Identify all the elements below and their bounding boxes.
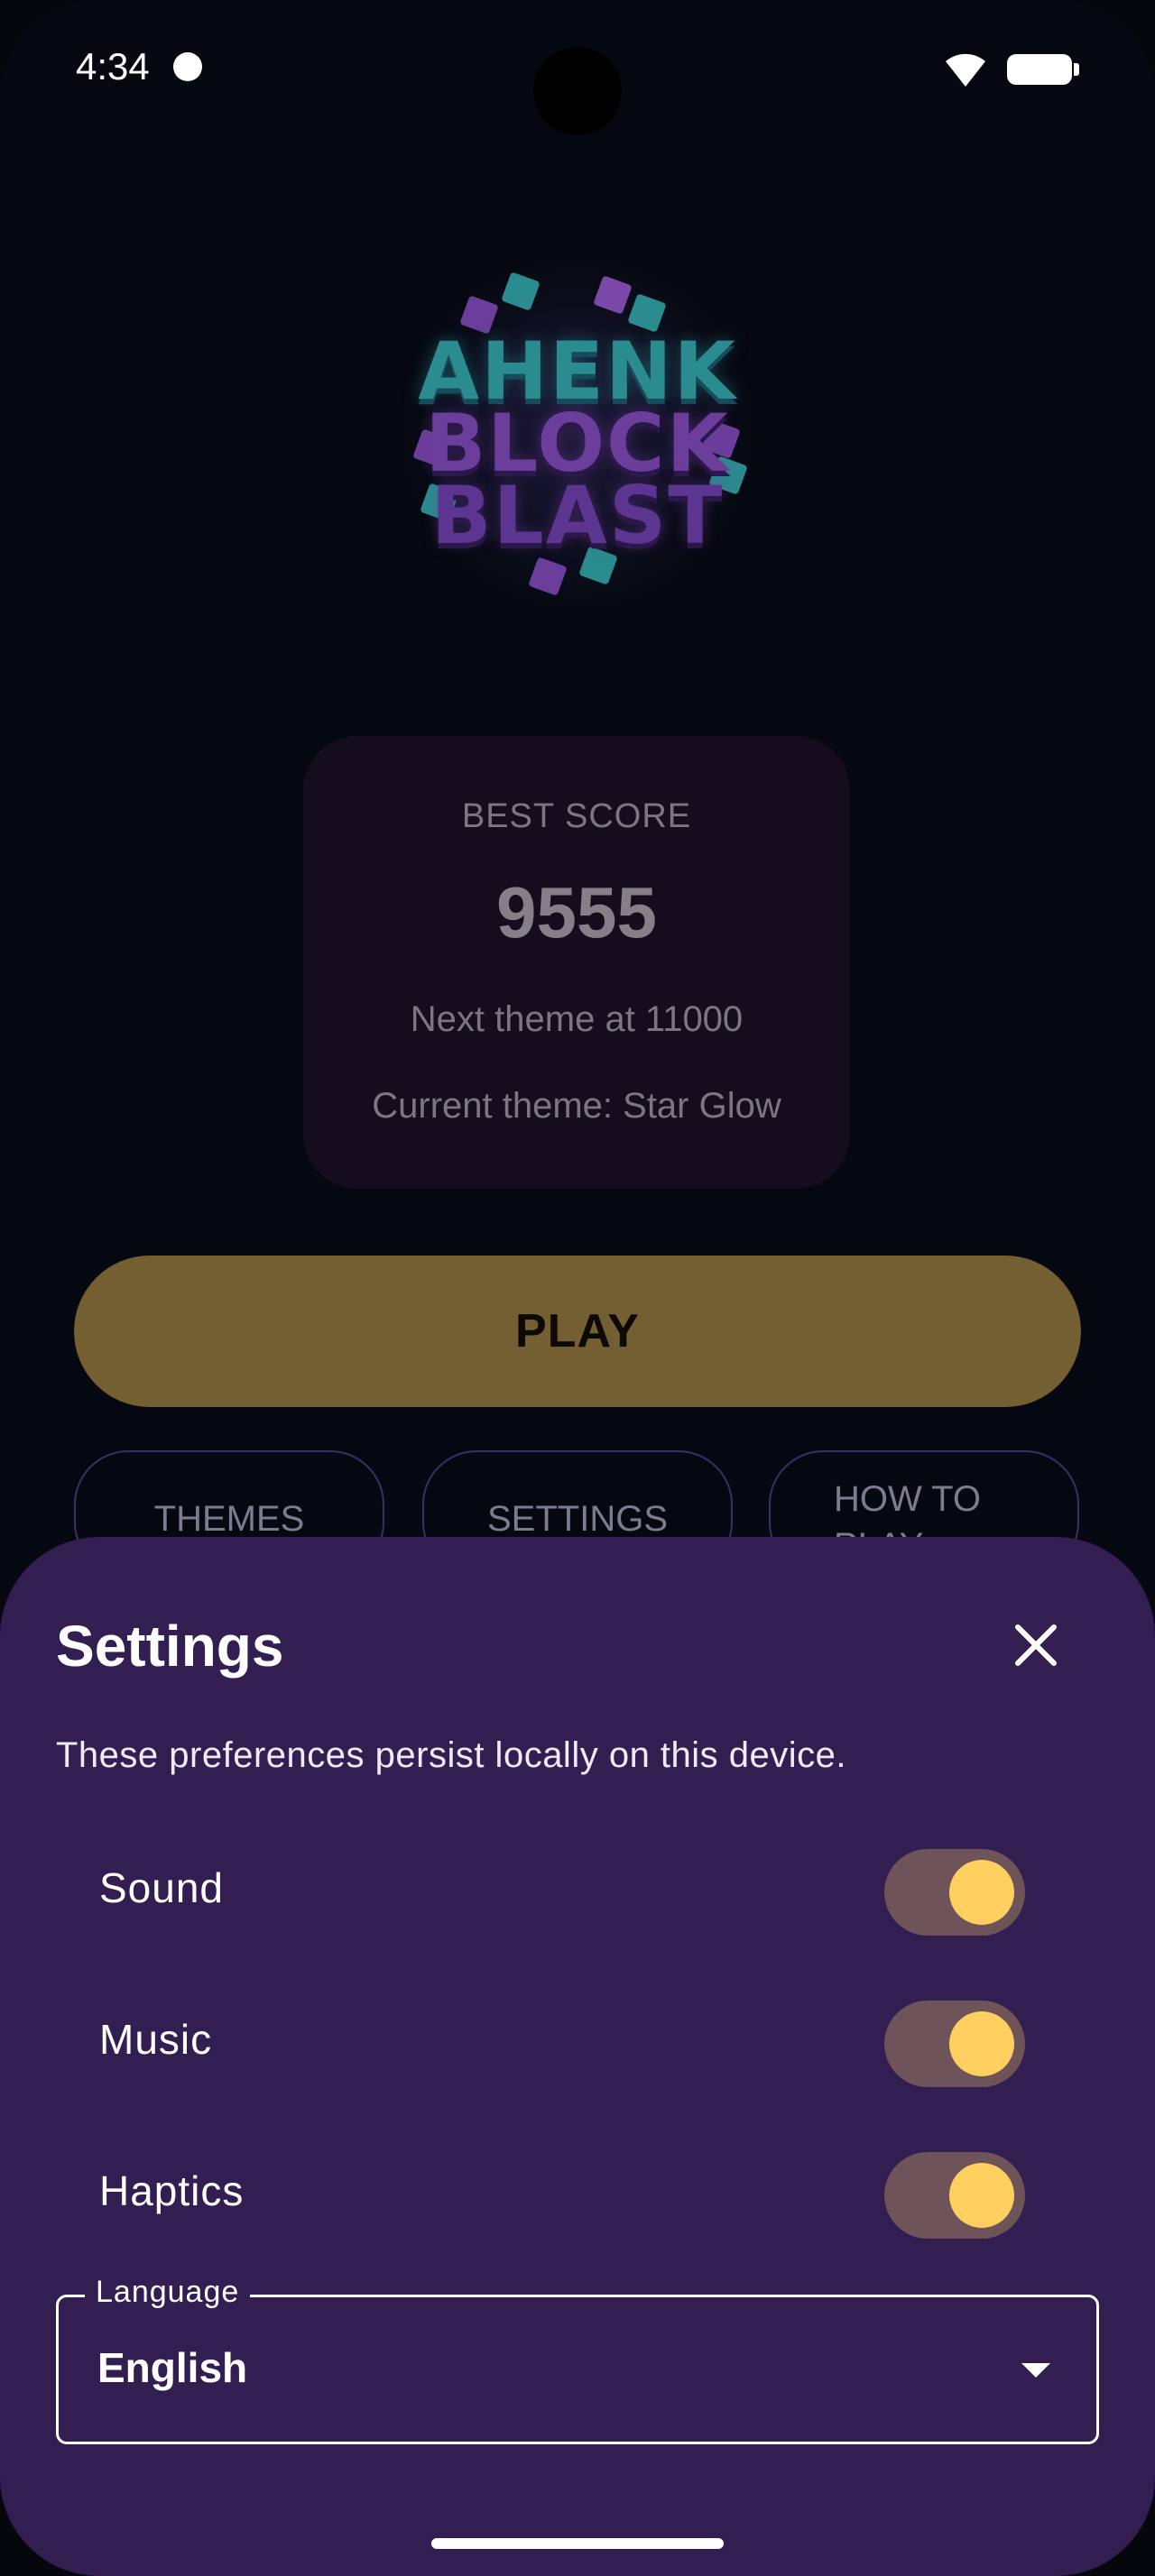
best-score-value: 9555	[496, 872, 657, 952]
chevron-down-icon	[1021, 2363, 1050, 2378]
notification-icon	[173, 52, 202, 81]
battery-icon	[1007, 54, 1079, 85]
home-indicator[interactable]	[431, 2538, 724, 2549]
sound-label: Sound	[99, 1864, 225, 1911]
language-value: English	[97, 2344, 248, 2391]
haptics-label: Haptics	[99, 2167, 245, 2214]
music-label: Music	[99, 2016, 213, 2063]
close-icon[interactable]	[1011, 1620, 1061, 1670]
settings-description: These preferences persist locally on thi…	[56, 1735, 847, 1775]
sound-toggle[interactable]	[884, 1849, 1025, 1936]
next-theme-text: Next theme at 11000	[410, 999, 744, 1039]
toggle-knob	[949, 2163, 1014, 2228]
toggle-knob	[949, 2011, 1014, 2076]
settings-title: Settings	[56, 1614, 284, 1679]
current-theme-text: Current theme: Star Glow	[372, 1086, 781, 1126]
play-button[interactable]: PLAY	[74, 1256, 1081, 1407]
game-logo: AHENK BLOCK BLAST	[370, 244, 785, 622]
wifi-icon	[946, 53, 985, 87]
best-score-label: BEST SCORE	[461, 797, 692, 835]
themes-button-label: THEMES	[153, 1499, 305, 1539]
phone-screen: 4:34 AHENK BLOCK BLAST BEST SCORE 9555 N…	[0, 0, 1155, 2576]
haptics-toggle[interactable]	[884, 2152, 1025, 2239]
language-label: Language	[85, 2275, 251, 2310]
status-time: 4:34	[76, 45, 150, 87]
settings-button-label: SETTINGS	[486, 1499, 669, 1539]
music-toggle[interactable]	[884, 2001, 1025, 2087]
camera-cutout	[533, 47, 622, 135]
best-score-card: BEST SCORE 9555 Next theme at 11000 Curr…	[303, 736, 850, 1189]
logo-line-3: BLAST	[430, 469, 725, 562]
toggle-knob	[949, 1860, 1014, 1925]
